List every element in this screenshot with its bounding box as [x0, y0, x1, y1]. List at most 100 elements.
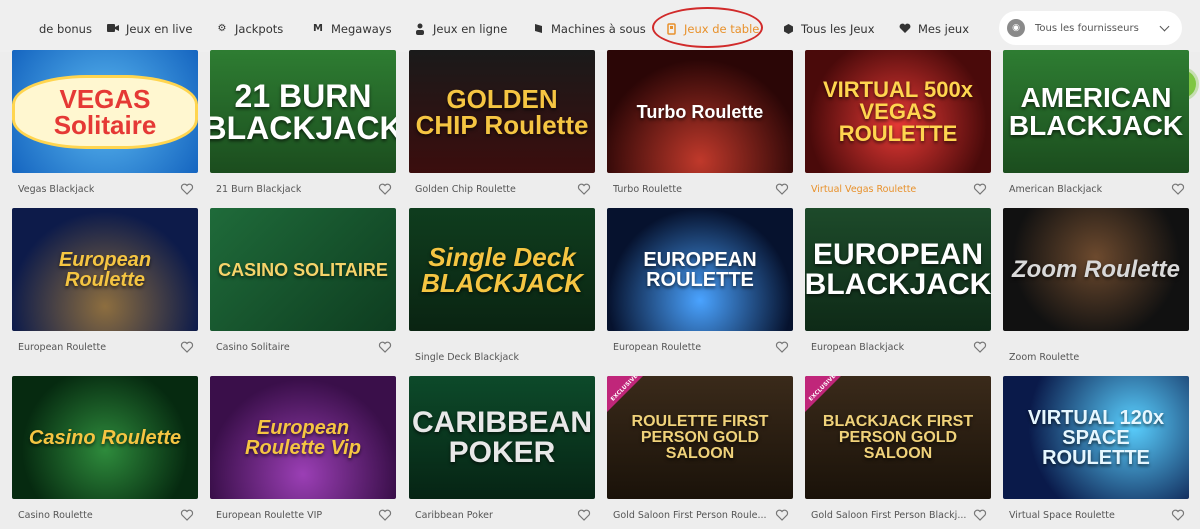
megaways-icon: M [313, 23, 323, 34]
card-footer: Caribbean Poker [409, 507, 595, 523]
nav-item-slots[interactable]: Machines à sous [532, 14, 646, 44]
thumbnail-art: European Roulette [58, 248, 152, 291]
game-card[interactable]: VEGAS Solitaire Vegas Blackjack [12, 50, 198, 195]
card-footer: Gold Saloon First Person Roule... [607, 507, 793, 523]
card-footer: European Blackjack [805, 339, 991, 355]
cube-icon [782, 23, 794, 35]
card-footer: Gold Saloon First Person Blackj... [805, 507, 991, 523]
game-card[interactable]: 21 BURN BLACKJACK 21 Burn Blackjack [210, 50, 396, 195]
game-thumbnail[interactable]: VIRTUAL 120x SPACE ROULETTE [1003, 376, 1189, 499]
nav-item-online[interactable]: Jeux en ligne [414, 14, 507, 44]
heart-icon[interactable] [775, 340, 789, 354]
game-thumbnail[interactable]: VIRTUAL 500x VEGAS ROULETTE [805, 50, 991, 173]
camera-icon [107, 23, 119, 35]
game-thumbnail[interactable]: EXCLUSIVE ROULETTE FIRST PERSON GOLD SAL… [607, 376, 793, 499]
thumbnail-art: Turbo Roulette [636, 101, 764, 122]
game-thumbnail[interactable]: Zoom Roulette [1003, 208, 1189, 331]
game-card[interactable]: VIRTUAL 120x SPACE ROULETTE Virtual Spac… [1003, 376, 1189, 521]
game-title: European Roulette [18, 341, 107, 353]
heart-icon[interactable] [577, 508, 591, 522]
heart-icon[interactable] [775, 508, 789, 522]
nav-item-bonus[interactable]: de bonus [20, 14, 92, 44]
heart-icon[interactable] [973, 182, 987, 196]
nav-item-label: Machines à sous [551, 22, 646, 36]
game-card[interactable]: EXCLUSIVE ROULETTE FIRST PERSON GOLD SAL… [607, 376, 793, 521]
game-thumbnail[interactable]: Turbo Roulette [607, 50, 793, 173]
card-footer: Golden Chip Roulette [409, 181, 595, 197]
nav-item-jackpots[interactable]: ⚙ Jackpots [216, 14, 284, 44]
nav-item-table-games[interactable]: Jeux de table [665, 14, 759, 44]
exclusive-badge [607, 376, 643, 412]
game-thumbnail[interactable]: EUROPEAN ROULETTE [607, 208, 793, 331]
game-thumbnail[interactable]: European Roulette Vip [210, 376, 396, 499]
heart-icon[interactable] [1171, 182, 1185, 196]
heart-icon[interactable] [378, 182, 392, 196]
game-thumbnail[interactable]: EUROPEAN BLACKJACK [805, 208, 991, 331]
heart-icon[interactable] [180, 182, 194, 196]
nav-item-megaways[interactable]: M Megaways [312, 14, 392, 44]
game-title: Gold Saloon First Person Blackj... [811, 509, 967, 521]
game-card[interactable]: EUROPEAN ROULETTE European Roulette [607, 208, 793, 353]
thumbnail-art: European Roulette Vip [245, 416, 361, 459]
game-title: European Blackjack [811, 341, 905, 353]
game-card[interactable]: AMERICAN BLACKJACK American Blackjack [1003, 50, 1189, 195]
heart-icon[interactable] [973, 340, 987, 354]
card-footer: Zoom Roulette [1003, 349, 1189, 365]
card-footer: Virtual Space Roulette [1003, 507, 1189, 523]
game-title: European Roulette VIP [216, 509, 323, 521]
game-card[interactable]: CASINO SOLITAIRE Casino Solitaire [210, 208, 396, 353]
game-thumbnail[interactable]: VEGAS Solitaire [12, 50, 198, 173]
card-footer: Turbo Roulette [607, 181, 793, 197]
game-card[interactable]: EXCLUSIVE BLACKJACK FIRST PERSON GOLD SA… [805, 376, 991, 521]
nav-item-label: Jeux en ligne [433, 22, 508, 36]
game-thumbnail[interactable]: AMERICAN BLACKJACK [1003, 50, 1189, 173]
game-title: 21 Burn Blackjack [216, 183, 302, 195]
game-title: Virtual Space Roulette [1009, 509, 1115, 521]
thumbnail-art: BLACKJACK FIRST PERSON GOLD SALOON [822, 412, 974, 462]
heart-icon[interactable] [973, 508, 987, 522]
chevron-down-icon [1159, 21, 1170, 32]
game-title: Single Deck Blackjack [415, 351, 520, 363]
heart-icon[interactable] [577, 182, 591, 196]
heart-icon[interactable] [180, 340, 194, 354]
nav-item-label: Jeux en live [126, 22, 193, 36]
heart-icon[interactable] [775, 182, 789, 196]
nav-item-label: Jeux de table [684, 22, 760, 36]
game-card[interactable]: Zoom Roulette Zoom Roulette [1003, 208, 1189, 363]
provider-select[interactable]: ◉ Tous les fournisseurs [999, 11, 1182, 45]
game-card[interactable]: Turbo Roulette Turbo Roulette [607, 50, 793, 195]
heart-icon[interactable] [378, 340, 392, 354]
game-thumbnail[interactable]: EXCLUSIVE BLACKJACK FIRST PERSON GOLD SA… [805, 376, 991, 499]
heart-icon[interactable] [378, 508, 392, 522]
card-footer: 21 Burn Blackjack [210, 181, 396, 197]
game-thumbnail[interactable]: CARIBBEAN POKER [409, 376, 595, 499]
game-card[interactable]: GOLDEN CHIP Roulette Golden Chip Roulett… [409, 50, 595, 195]
nav-item-live[interactable]: Jeux en live [107, 14, 193, 44]
game-card[interactable]: Single Deck BLACKJACK Single Deck Blackj… [409, 208, 595, 363]
card-footer: Single Deck Blackjack [409, 349, 595, 365]
game-thumbnail[interactable]: GOLDEN CHIP Roulette [409, 50, 595, 173]
card-footer: European Roulette VIP [210, 507, 396, 523]
game-title: Virtual Vegas Roulette [811, 183, 917, 195]
game-card[interactable]: CARIBBEAN POKER Caribbean Poker [409, 376, 595, 521]
game-thumbnail[interactable]: European Roulette [12, 208, 198, 331]
game-card[interactable]: European Roulette Vip European Roulette … [210, 376, 396, 521]
game-thumbnail[interactable]: CASINO SOLITAIRE [210, 208, 396, 331]
game-title: Vegas Blackjack [18, 183, 95, 195]
game-card[interactable]: European Roulette European Roulette [12, 208, 198, 353]
nav-item-all-games[interactable]: Tous les Jeux [782, 14, 875, 44]
heart-icon[interactable] [1171, 508, 1185, 522]
thumbnail-art: AMERICAN BLACKJACK [1008, 81, 1184, 141]
card-footer: Vegas Blackjack [12, 181, 198, 197]
game-card[interactable]: EUROPEAN BLACKJACK European Blackjack [805, 208, 991, 353]
thumbnail-art: 21 BURN BLACKJACK [210, 77, 396, 146]
game-thumbnail[interactable]: Casino Roulette [12, 376, 198, 499]
nav-item-label: Jackpots [235, 22, 284, 36]
game-card[interactable]: VIRTUAL 500x VEGAS ROULETTE Virtual Vega… [805, 50, 991, 195]
game-card[interactable]: Casino Roulette Casino Roulette [12, 376, 198, 521]
game-thumbnail[interactable]: 21 BURN BLACKJACK [210, 50, 396, 173]
nav-item-my-games[interactable]: Mes jeux [899, 14, 969, 44]
heart-icon[interactable] [180, 508, 194, 522]
game-thumbnail[interactable]: Single Deck BLACKJACK [409, 208, 595, 331]
card-footer: American Blackjack [1003, 181, 1189, 197]
